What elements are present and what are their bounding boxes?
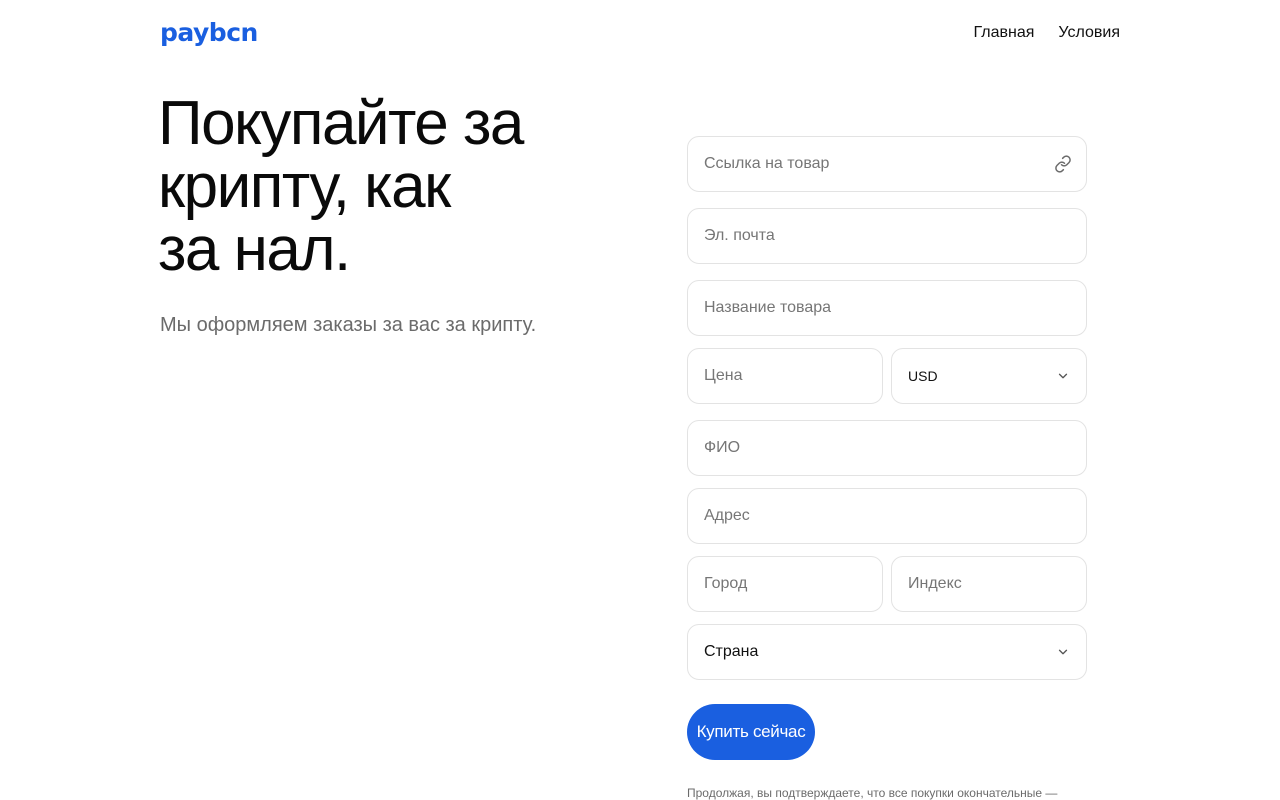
full-name-input[interactable] [688,421,1086,475]
currency-value: USD [908,368,938,384]
product-name-input[interactable] [688,281,1086,335]
email-field [687,208,1087,264]
product-link-input[interactable] [688,137,1086,191]
postcode-input[interactable] [892,557,1086,611]
city-input[interactable] [688,557,882,611]
hero-title-line-2: крипту, как [158,152,451,221]
logo[interactable]: paybcn [160,18,258,47]
address-input[interactable] [688,489,1086,543]
nav-home-link[interactable]: Главная [973,24,1034,42]
price-input[interactable] [688,349,882,403]
product-link-field [687,136,1087,192]
hero-title-line-3: за нал. [158,215,351,284]
country-select[interactable]: Страна [687,624,1087,680]
chevron-down-icon [1056,369,1070,383]
chevron-down-icon [1056,645,1070,659]
hero-subtitle: Мы оформляем заказы за вас за крипту. [160,314,537,336]
country-value: Страна [704,643,759,660]
hero-title: Покупайте за крипту, как за нал. [158,92,628,281]
currency-select[interactable]: USD [891,348,1087,404]
link-icon [1054,155,1072,173]
city-field [687,556,883,612]
price-field [687,348,883,404]
product-name-field [687,280,1087,336]
email-input[interactable] [688,209,1086,263]
nav-terms-link[interactable]: Условия [1058,24,1120,42]
top-nav: Главная Условия [973,24,1120,42]
full-name-field [687,420,1087,476]
hero-title-line-1: Покупайте за [158,89,524,158]
buy-now-button[interactable]: Купить сейчас [687,704,815,760]
purchase-disclaimer: Продолжая, вы подтверждаете, что все пок… [687,786,1058,800]
postcode-field [891,556,1087,612]
address-field [687,488,1087,544]
